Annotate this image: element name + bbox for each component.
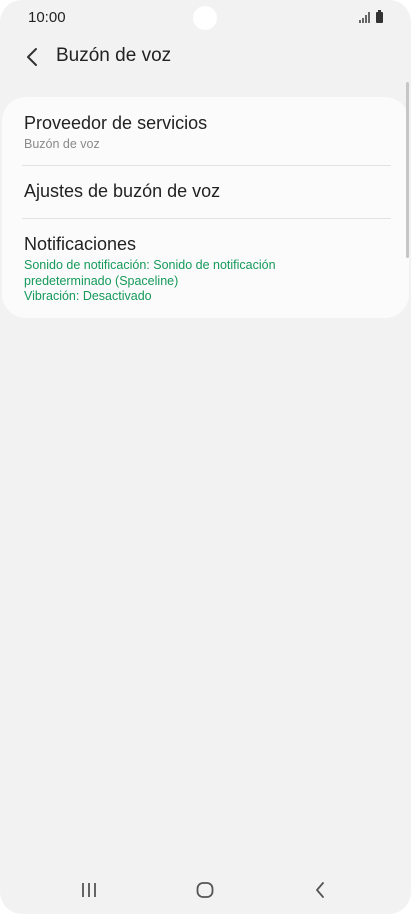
back-icon (316, 882, 324, 898)
setting-item-title: Ajustes de buzón de voz (24, 181, 221, 201)
camera-cutout (193, 6, 217, 30)
page-title: Buzón de voz (56, 45, 172, 66)
recents-icon (82, 883, 96, 897)
recents-button[interactable] (73, 874, 105, 906)
setting-item-subtitle: Buzón de voz (24, 137, 100, 151)
status-bar: 10:00 (0, 0, 411, 36)
setting-item-title: Notificaciones (24, 234, 137, 254)
setting-item-service-provider[interactable]: Proveedor de servicios Buzón de voz (2, 97, 409, 165)
vibration-text: Vibración: Desactivado (24, 289, 152, 303)
chevron-left-icon (27, 48, 37, 66)
nav-back-button[interactable] (304, 874, 336, 906)
home-button[interactable] (189, 874, 221, 906)
back-button[interactable] (18, 42, 48, 72)
app-header: Buzón de voz (0, 36, 411, 80)
setting-item-notifications[interactable]: Notificaciones Sonido de notificación: S… (2, 219, 409, 318)
scrollbar[interactable] (406, 82, 409, 258)
signal-icon (359, 11, 370, 23)
nav-bar (0, 866, 411, 914)
settings-card: Proveedor de servicios Buzón de voz Ajus… (2, 97, 409, 318)
setting-item-voicemail-settings[interactable]: Ajustes de buzón de voz (2, 166, 409, 218)
notification-details: Sonido de notificación: Sonido de notifi… (24, 258, 324, 305)
phone-screen: 10:00 Buzón de voz Proveedor de servicio… (0, 0, 411, 914)
home-icon (196, 882, 214, 898)
status-icons (359, 10, 383, 23)
notification-sound-text: Sonido de notificación: Sonido de notifi… (24, 258, 276, 288)
status-time: 10:00 (28, 9, 66, 26)
battery-icon (376, 10, 383, 23)
setting-item-title: Proveedor de servicios (24, 113, 208, 133)
